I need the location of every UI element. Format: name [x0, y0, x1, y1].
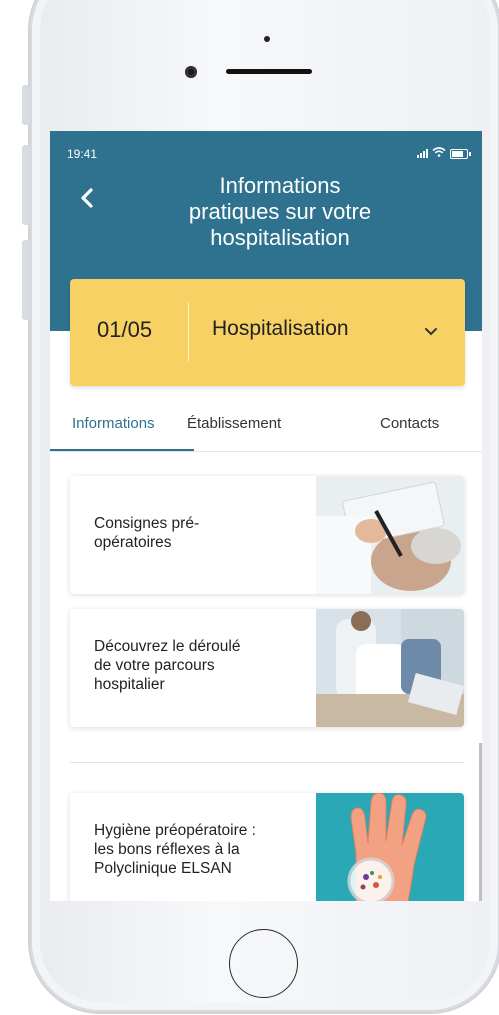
title-line-1: Informations [219, 173, 341, 198]
volume-down-button [22, 240, 30, 320]
earpiece-speaker [226, 69, 312, 74]
battery-icon [450, 148, 471, 159]
page-title: Informations pratiques sur votre hospita… [130, 173, 430, 251]
title-line-3: hospitalisation [210, 225, 350, 250]
tab-informations[interactable]: Informations [72, 415, 155, 432]
step-label: Hospitalisation [212, 317, 349, 340]
card-title-line: opératoires [94, 534, 172, 551]
card-title-line: Hygiène préopératoire : [94, 822, 256, 839]
mute-switch [22, 85, 30, 125]
info-card[interactable]: Hygiène préopératoire : les bons réflexe… [70, 793, 464, 901]
card-title-line: Consignes pré- [94, 515, 200, 532]
front-camera [185, 66, 197, 78]
signal-icon [417, 149, 428, 158]
proximity-sensor [264, 36, 270, 42]
tab-contacts[interactable]: Contacts [380, 415, 439, 432]
home-button[interactable] [229, 929, 298, 998]
hand-bacteria-illustration [316, 793, 464, 901]
info-card[interactable]: Consignes pré- opératoires [70, 476, 464, 594]
card-title-line: Polyclinique ELSAN [94, 860, 232, 877]
status-icons [417, 147, 471, 160]
card-title-line: de votre parcours [94, 657, 215, 674]
tab-bar: Informations Établissement Contacts [50, 411, 482, 451]
wifi-icon [432, 147, 446, 160]
selector-divider [188, 303, 189, 361]
step-selector[interactable]: 01/05 Hospitalisation [70, 279, 465, 386]
tab-divider [50, 451, 482, 452]
card-title: Consignes pré- opératoires [94, 514, 294, 552]
doctors-consultation-photo [316, 609, 464, 727]
status-time: 19:41 [67, 147, 98, 161]
card-title: Découvrez le déroulé de votre parcours h… [94, 637, 294, 694]
chevron-down-icon[interactable] [424, 327, 438, 337]
title-line-2: pratiques sur votre [188, 199, 372, 224]
card-title-line: les bons réflexes à la [94, 841, 240, 858]
scrollbar[interactable] [479, 743, 482, 901]
card-title-line: hospitalier [94, 676, 165, 693]
volume-up-button [22, 145, 30, 225]
card-title-line: Découvrez le déroulé [94, 638, 241, 655]
back-arrow-icon[interactable] [77, 187, 99, 209]
info-card[interactable]: Découvrez le déroulé de votre parcours h… [70, 609, 464, 727]
step-number: 01/05 [97, 317, 153, 342]
section-divider [70, 762, 464, 763]
doctor-clipboard-photo [316, 476, 464, 594]
app-screen: 19:41 Informations pratiques sur votre h… [50, 131, 482, 901]
card-title: Hygiène préopératoire : les bons réflexe… [94, 821, 294, 878]
active-tab-indicator [50, 449, 194, 451]
tab-etablissement[interactable]: Établissement [187, 415, 281, 432]
